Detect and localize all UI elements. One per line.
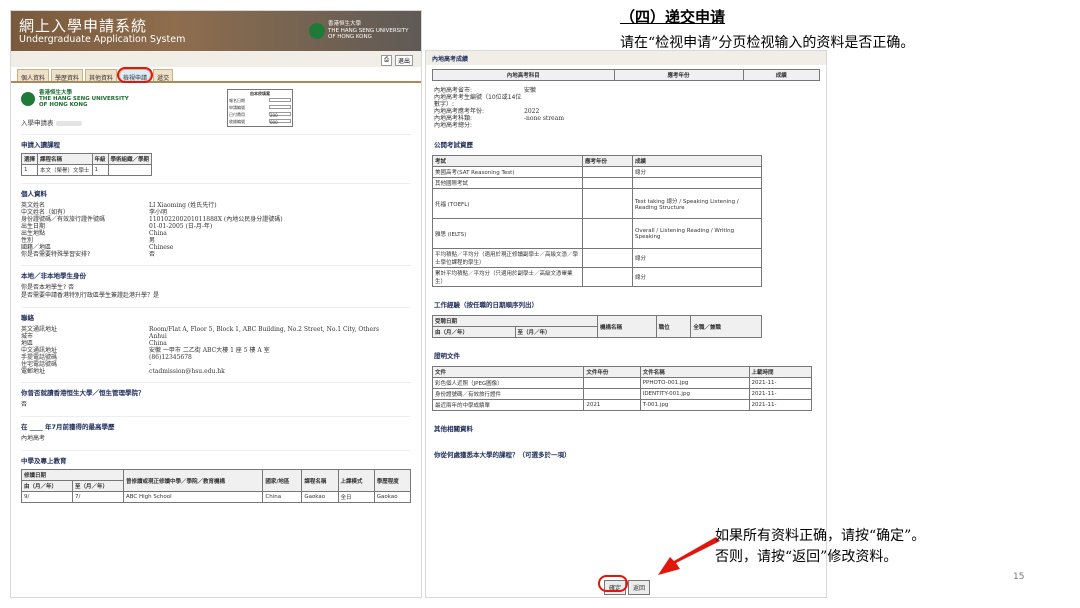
work-experience-heading: 工作經驗（按任職的日期順序列出） xyxy=(434,301,538,309)
public-exam-table: 考試 應考年份 成績 美國高考(SAT Reasoning Test) 總分 其他國際… xyxy=(432,155,762,287)
local-status-section: 本地／非本地學生身份 你是否本地學生? 否 是否需要申請香港特別行政區學生簽證赴… xyxy=(21,265,411,300)
document-university-name: 香港恒生大學 THE HANG SENG UNIVERSITY OF HONG … xyxy=(39,90,129,108)
section-heading: 在 ____ 年7月前獲得的最高學歷 xyxy=(21,423,115,431)
section-heading: 本地／非本地學生身份 xyxy=(21,272,86,280)
education-table: 修讀日期 曾修讀或現正修讀中學／學院／教育機構 國家/地區 課程名稱 上課模式 … xyxy=(21,469,412,503)
programme-section: 申請入讀課程 選擇 課程名稱 年級 學術組織／學期 1 本文（榮譽）文學士 1 xyxy=(20,134,411,176)
tab-other[interactable]: 其他資料 xyxy=(85,69,118,82)
office-use-box: 由本校填寫 報名日期 申請編號 已付費用 200 收據編號 000 xyxy=(227,89,293,127)
learn-about-heading: 你從何處獲悉本大學的課程？（可選多於一項） xyxy=(434,451,571,459)
highest-qualification-section: 在 ____ 年7月前獲得的最高學歷 內地高考 xyxy=(21,416,411,443)
section-heading: 你曾否就讀香港恒生大學／恒生管理學院？ xyxy=(21,389,145,397)
system-banner: 網上入學申請系統 Undergraduate Application Syste… xyxy=(11,11,421,51)
system-subtitle: Undergraduate Application System xyxy=(19,34,186,45)
former-student-section: 你曾否就讀香港恒生大學／恒生管理學院？ 否 xyxy=(21,382,411,409)
hsu-logo-icon xyxy=(21,92,35,106)
tab-submit[interactable]: 遞交 xyxy=(153,69,174,82)
section-heading: 聯絡 xyxy=(21,314,34,322)
contact-section: 聯絡 英文通訊地址 Room/Flat A, Floor 5, Block 1, … xyxy=(21,307,411,375)
tab-review[interactable]: 檢視申請 xyxy=(117,67,154,83)
applicant-label: 入學申請表 xyxy=(21,117,411,127)
documents-table: 文件 文件年份 文件名稱 上載時間 彩色個人近照（JPEG圖像） PPHOTO-001.… xyxy=(431,366,813,411)
application-document: 香港恒生大學 THE HANG SENG UNIVERSITY OF HONG … xyxy=(11,83,421,509)
annotation-title: （四）递交申请 xyxy=(620,8,726,26)
annotation-bottom: 如果所有资料正确，请按“确定”。 否则，请按“返回”修改资料。 xyxy=(715,528,926,565)
tab-education[interactable]: 學歷資料 xyxy=(51,69,84,82)
gaokao-details: 內地高考省市: 安徽 內地高考考生編號（10位或14位數字）: 內地高考應考年份:… xyxy=(434,87,565,129)
exit-button[interactable]: 退出 xyxy=(394,55,413,66)
system-title: 網上入學申請系統 xyxy=(19,17,148,35)
gaokao-heading: 內地高考成績 xyxy=(426,51,826,65)
print-icon[interactable]: ⎙ xyxy=(381,55,392,66)
public-exam-heading: 公開考試資歷 xyxy=(434,141,473,149)
contact-details: 英文通訊地址 Room/Flat A, Floor 5, Block 1, ABC… xyxy=(21,326,380,375)
document-header: 香港恒生大學 THE HANG SENG UNIVERSITY OF HONG … xyxy=(21,89,411,109)
banner-university-name: 香港恒生大學 THE HANG SENG UNIVERSITY OF HONG … xyxy=(328,21,409,40)
pointer-arrow-icon xyxy=(658,537,720,575)
education-section: 中學及專上教育 修讀日期 曾修讀或現正修讀中學／學院／教育機構 國家/地區 課程… xyxy=(21,450,412,503)
hsu-logo-icon xyxy=(309,23,325,39)
toolbar: ⎙ 退出 xyxy=(11,51,421,67)
other-info-heading: 其他相關資料 xyxy=(434,425,473,433)
documents-heading: 證明文件 xyxy=(434,352,460,360)
application-view-right: 內地高考成績 內地高考科目 應考年份 成績 內地高考省市: 安徽 內地高考考生編號（1… xyxy=(425,50,827,598)
section-heading: 申請入讀課程 xyxy=(21,141,60,149)
application-view-left: 網上入學申請系統 Undergraduate Application Syste… xyxy=(10,10,422,598)
page-number: 15 xyxy=(1013,572,1025,582)
programme-table: 選擇 課程名稱 年級 學術組織／學期 1 本文（榮譽）文學士 1 xyxy=(20,153,153,176)
personal-section: 個人資料 英文姓名 LI Xiaoming (姓氏先行) 中文姓名（如有） 李小明 … xyxy=(21,183,411,258)
personal-details: 英文姓名 LI Xiaoming (姓氏先行) 中文姓名（如有） 李小明 身份證號碼… xyxy=(21,202,283,258)
work-experience-table: 受聘日期 機構名稱 職位 全職／兼職 由（月／年） 至（月／年） xyxy=(432,315,762,338)
annotation-subtitle: 请在“检视申请”分页检视输入的资料是否正确。 xyxy=(620,35,915,51)
back-button[interactable]: 返回 xyxy=(628,580,651,595)
section-heading: 個人資料 xyxy=(21,190,47,198)
gaokao-table: 內地高考科目 應考年份 成績 xyxy=(432,69,821,81)
tab-personal[interactable]: 個人資料 xyxy=(17,69,50,82)
confirm-highlight-ring xyxy=(598,575,628,592)
tab-bar: 個人資料 學歷資料 其他資料 檢視申請 遞交 xyxy=(11,67,421,83)
section-heading: 中學及專上教育 xyxy=(21,457,67,465)
